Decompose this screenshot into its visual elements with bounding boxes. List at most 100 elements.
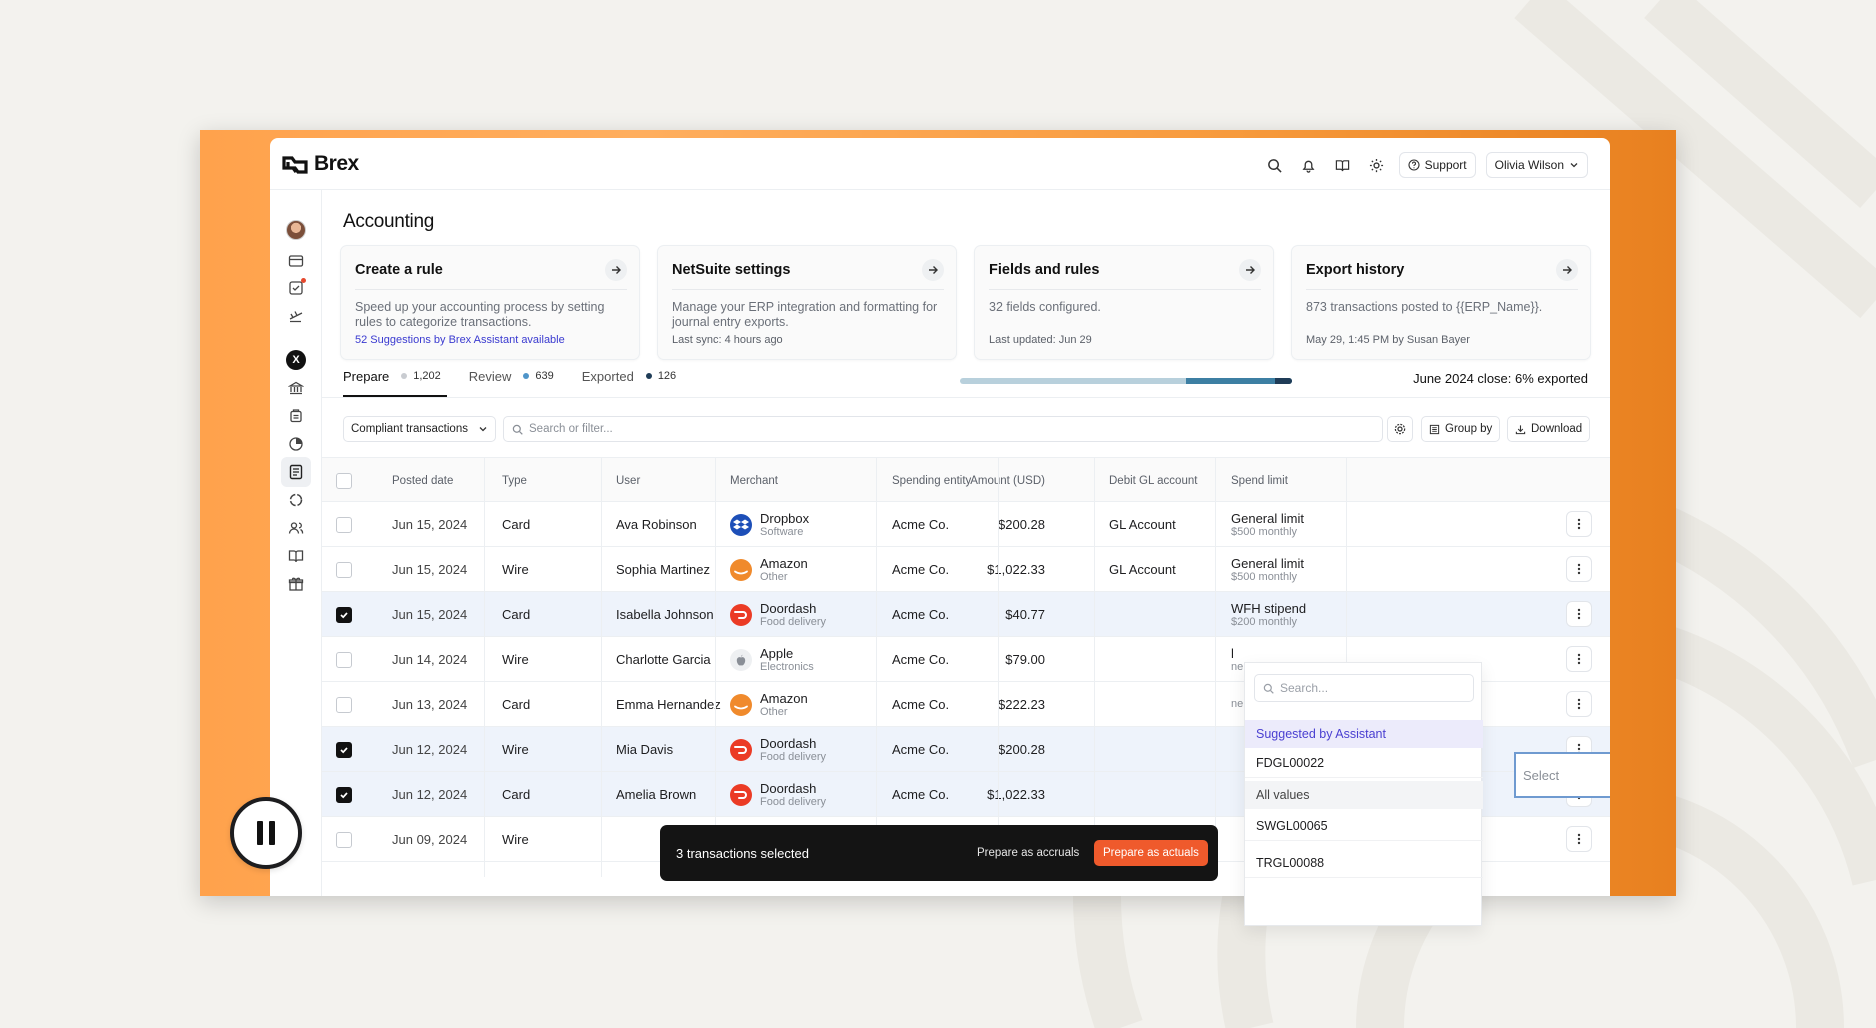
debit-gl-account[interactable]: GL Account bbox=[1109, 502, 1176, 547]
sidebar-tasks-icon[interactable] bbox=[284, 276, 308, 300]
debit-gl-account[interactable]: GL Account bbox=[1109, 547, 1176, 592]
tabs: Prepare 1,202 Review 639 Exported 126 bbox=[343, 358, 682, 397]
search-icon[interactable] bbox=[1263, 153, 1287, 177]
row-checkbox[interactable] bbox=[336, 592, 352, 637]
sun-icon[interactable] bbox=[1365, 153, 1389, 177]
column-header[interactable]: Type bbox=[502, 458, 527, 503]
dropdown-option[interactable]: FDGL00022 bbox=[1245, 748, 1483, 778]
spend-limit: General limit $500 monthly bbox=[1231, 547, 1304, 592]
column-header[interactable]: Debit GL account bbox=[1109, 458, 1197, 503]
tab-count: 639 bbox=[535, 370, 554, 382]
column-divider bbox=[715, 457, 716, 877]
row-menu-button[interactable] bbox=[1566, 511, 1592, 537]
table-row[interactable]: Jun 15, 2024 Card Ava Robinson Dropbox Softw… bbox=[322, 502, 1610, 547]
card-create-rule[interactable]: Create a rule Speed up your accounting p… bbox=[340, 245, 640, 360]
row-checkbox[interactable] bbox=[336, 727, 352, 772]
sidebar-docs-icon[interactable] bbox=[284, 544, 308, 568]
row-menu-button[interactable] bbox=[1566, 826, 1592, 852]
sidebar-cards-icon[interactable] bbox=[284, 249, 308, 273]
row-checkbox[interactable] bbox=[336, 502, 352, 547]
arrow-right-icon[interactable] bbox=[605, 259, 627, 281]
row-checkbox[interactable] bbox=[336, 772, 352, 817]
merchant-name: Apple bbox=[760, 645, 794, 661]
sidebar-integrations-icon[interactable] bbox=[284, 488, 308, 512]
table-row[interactable]: Jun 15, 2024 Card Isabella Johnson Doordash… bbox=[322, 592, 1610, 637]
posted-date: Jun 15, 2024 bbox=[392, 607, 468, 622]
user-name: Mia Davis bbox=[616, 742, 674, 757]
merchant: Dropbox Software bbox=[730, 502, 809, 547]
dropdown-option[interactable]: SWGL00065 bbox=[1245, 811, 1483, 841]
column-header[interactable]: Posted date bbox=[392, 458, 453, 503]
brand-name: Brex bbox=[314, 152, 359, 175]
page-title: Accounting bbox=[343, 211, 435, 232]
row-menu-button[interactable] bbox=[1566, 601, 1592, 627]
spending-entity: Acme Co. bbox=[892, 742, 950, 757]
row-menu-button[interactable] bbox=[1566, 556, 1592, 582]
divider bbox=[322, 397, 1610, 398]
book-icon[interactable] bbox=[1331, 153, 1355, 177]
spend-limit: General limit $500 monthly bbox=[1231, 502, 1304, 547]
debit-gl-select[interactable]: Select bbox=[1514, 752, 1610, 798]
table-row[interactable]: Jun 15, 2024 Wire Sophia Martinez Amazon Oth… bbox=[322, 547, 1610, 592]
sidebar-x-icon[interactable]: X bbox=[284, 348, 308, 372]
tab-exported[interactable]: Exported 126 bbox=[582, 358, 682, 394]
arrow-right-icon[interactable] bbox=[1556, 259, 1578, 281]
column-header[interactable]: Merchant bbox=[730, 458, 778, 503]
filter-dropdown[interactable]: Compliant transactions bbox=[343, 416, 496, 442]
merchant-name: Amazon bbox=[760, 555, 808, 571]
support-button[interactable]: Support bbox=[1398, 152, 1476, 178]
toolbar: Compliant transactions Search or filter.… bbox=[343, 416, 1591, 442]
posted-date: Jun 15, 2024 bbox=[392, 517, 468, 532]
select-all-checkbox[interactable] bbox=[336, 458, 352, 503]
chevron-down-icon bbox=[479, 427, 487, 432]
pause-button[interactable] bbox=[230, 797, 302, 869]
sidebar-bank-icon[interactable] bbox=[284, 376, 308, 400]
arrow-right-icon[interactable] bbox=[1239, 259, 1261, 281]
divider bbox=[1306, 289, 1578, 290]
amount: $1,022.33 bbox=[987, 787, 1045, 802]
tab-review[interactable]: Review 639 bbox=[469, 358, 560, 394]
sidebar-rewards-icon[interactable] bbox=[284, 572, 308, 596]
row-checkbox[interactable] bbox=[336, 682, 352, 727]
card-export-history[interactable]: Export history 873 transactions posted t… bbox=[1291, 245, 1591, 360]
row-checkbox[interactable] bbox=[336, 637, 352, 682]
suggestions-link[interactable]: 52 Suggestions by Brex Assistant availab… bbox=[355, 334, 565, 346]
column-header[interactable]: Spending entity bbox=[892, 458, 971, 503]
search-input[interactable]: Search or filter... bbox=[503, 416, 1383, 442]
prepare-actuals-button[interactable]: Prepare as actuals bbox=[1094, 840, 1208, 866]
more-vertical-icon bbox=[1577, 653, 1581, 665]
posted-date: Jun 13, 2024 bbox=[392, 697, 468, 712]
sidebar-analytics-icon[interactable] bbox=[284, 432, 308, 456]
transaction-type: Wire bbox=[502, 562, 529, 577]
sidebar-wallet-icon[interactable] bbox=[284, 404, 308, 428]
row-menu-button[interactable] bbox=[1566, 691, 1592, 717]
merchant-category: Electronics bbox=[760, 660, 814, 673]
arrow-right-icon[interactable] bbox=[922, 259, 944, 281]
column-header[interactable]: Amount (USD) bbox=[970, 458, 1045, 503]
column-header[interactable]: User bbox=[616, 458, 640, 503]
notification-dot bbox=[301, 278, 306, 283]
sidebar-accounting-icon[interactable] bbox=[281, 457, 311, 487]
profile-avatar[interactable] bbox=[284, 218, 308, 242]
progress-cap bbox=[1275, 378, 1292, 384]
card-netsuite-settings[interactable]: NetSuite settings Manage your ERP integr… bbox=[657, 245, 957, 360]
row-checkbox[interactable] bbox=[336, 817, 352, 862]
merchant-name: Doordash bbox=[760, 735, 817, 751]
row-checkbox[interactable] bbox=[336, 547, 352, 592]
brand-logo[interactable]: Brex bbox=[282, 152, 359, 176]
sidebar-team-icon[interactable] bbox=[284, 516, 308, 540]
merchant-category: Food delivery bbox=[760, 615, 827, 628]
download-button[interactable]: Download bbox=[1507, 416, 1591, 442]
group-by-button[interactable]: Group by bbox=[1421, 416, 1501, 442]
user-menu[interactable]: Olivia Wilson bbox=[1485, 152, 1588, 178]
card-fields-rules[interactable]: Fields and rules 32 fields configured. L… bbox=[974, 245, 1274, 360]
sidebar-travel-icon[interactable] bbox=[284, 304, 308, 328]
settings-button[interactable] bbox=[1387, 416, 1413, 442]
tab-prepare[interactable]: Prepare 1,202 bbox=[343, 358, 447, 397]
row-menu-button[interactable] bbox=[1566, 646, 1592, 672]
dropdown-search-input[interactable]: Search... bbox=[1254, 674, 1474, 702]
prepare-accruals-button[interactable]: Prepare as accruals bbox=[977, 825, 1079, 881]
dropdown-option[interactable]: TRGL00088 bbox=[1245, 848, 1483, 878]
bell-icon[interactable] bbox=[1297, 153, 1321, 177]
column-header[interactable]: Spend limit bbox=[1231, 458, 1288, 503]
